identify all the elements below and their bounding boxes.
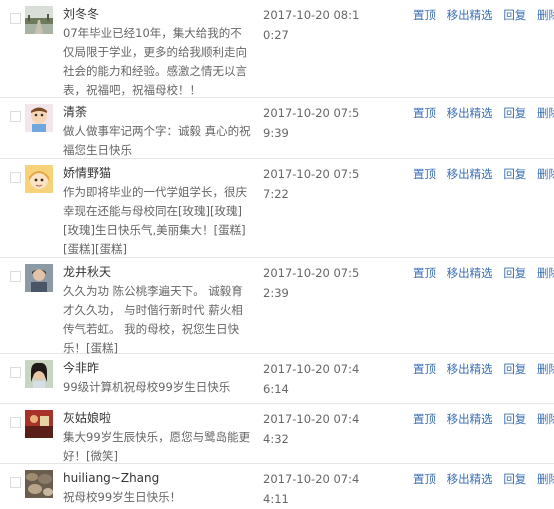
reply-link[interactable]: 回复 <box>503 106 526 120</box>
delete-link[interactable]: 删除 <box>537 472 554 486</box>
commenter-name: 灰姑娘啦 <box>63 411 112 425</box>
reply-link[interactable]: 回复 <box>503 266 526 280</box>
row-checkbox[interactable] <box>10 172 21 183</box>
unfeature-link[interactable]: 移出精选 <box>447 167 493 181</box>
delete-link[interactable]: 删除 <box>537 266 554 280</box>
row-checkbox[interactable] <box>10 417 21 428</box>
avatar[interactable] <box>25 165 53 193</box>
comment-text: 作为即将毕业的一代学姐学长，很庆幸现在还能与母校同在[玫瑰][玫瑰][玫瑰]生日… <box>63 185 247 256</box>
comment-text: 99级计算机祝母校99岁生日快乐 <box>63 380 231 394</box>
avatar[interactable] <box>25 264 53 292</box>
commenter-name: 刘冬冬 <box>63 7 100 21</box>
delete-link[interactable]: 删除 <box>537 362 554 376</box>
pin-link[interactable]: 置顶 <box>413 362 436 376</box>
unfeature-link[interactable]: 移出精选 <box>447 472 493 486</box>
row-checkbox[interactable] <box>10 271 21 282</box>
reply-link[interactable]: 回复 <box>503 8 526 22</box>
row-actions: 置顶 移出精选 回复 删除 <box>413 164 554 184</box>
pin-link[interactable]: 置顶 <box>413 266 436 280</box>
comment-time: 2017-10-20 07:46:14 <box>263 362 360 396</box>
comment-list: 刘冬冬 07年毕业已经10年，集大给我的不仅局限于学业，更多的给我顺利走向社会的… <box>0 0 554 509</box>
delete-link[interactable]: 删除 <box>537 106 554 120</box>
comment-row: 灰姑娘啦 集大99岁生辰快乐，愿您与鹭岛能更好！[微笑] 2017-10-20 … <box>0 404 554 464</box>
comment-text: 做人做事牢记两个字：诚毅 真心的祝福您生日快乐 <box>63 124 251 157</box>
pin-link[interactable]: 置顶 <box>413 412 436 426</box>
delete-link[interactable]: 删除 <box>537 167 554 181</box>
row-checkbox[interactable] <box>10 13 21 24</box>
unfeature-link[interactable]: 移出精选 <box>447 266 493 280</box>
commenter-name: 今非昨 <box>63 361 100 375</box>
delete-link[interactable]: 删除 <box>537 8 554 22</box>
reply-link[interactable]: 回复 <box>503 167 526 181</box>
comment-time: 2017-10-20 08:10:27 <box>263 8 360 42</box>
row-actions: 置顶 移出精选 回复 删除 <box>413 103 554 123</box>
comment-time: 2017-10-20 07:59:39 <box>263 106 360 140</box>
reply-link[interactable]: 回复 <box>503 472 526 486</box>
comment-row: huiliang~Zhang 祝母校99岁生日快乐！ 2017-10-20 07… <box>0 464 554 509</box>
row-checkbox[interactable] <box>10 367 21 378</box>
comment-row: 今非昨 99级计算机祝母校99岁生日快乐 2017-10-20 07:46:14… <box>0 354 554 404</box>
comment-row: 清荼 做人做事牢记两个字：诚毅 真心的祝福您生日快乐 2017-10-20 07… <box>0 98 554 159</box>
row-actions: 置顶 移出精选 回复 删除 <box>413 263 554 283</box>
comment-time: 2017-10-20 07:44:32 <box>263 412 360 446</box>
commenter-name: 娇情野猫 <box>63 166 112 180</box>
commenter-name: 清荼 <box>63 105 88 119</box>
comment-row: 娇情野猫 作为即将毕业的一代学姐学长，很庆幸现在还能与母校同在[玫瑰][玫瑰][… <box>0 159 554 258</box>
delete-link[interactable]: 删除 <box>537 412 554 426</box>
avatar[interactable] <box>25 410 53 438</box>
comment-text: 集大99岁生辰快乐，愿您与鹭岛能更好！[微笑] <box>63 430 251 463</box>
row-checkbox[interactable] <box>10 111 21 122</box>
pin-link[interactable]: 置顶 <box>413 167 436 181</box>
commenter-name: huiliang~Zhang <box>63 471 160 485</box>
comment-time: 2017-10-20 07:57:22 <box>263 167 360 201</box>
pin-link[interactable]: 置顶 <box>413 8 436 22</box>
unfeature-link[interactable]: 移出精选 <box>447 8 493 22</box>
comment-time: 2017-10-20 07:52:39 <box>263 266 360 300</box>
commenter-name: 龙井秋天 <box>63 265 112 279</box>
unfeature-link[interactable]: 移出精选 <box>447 362 493 376</box>
row-actions: 置顶 移出精选 回复 删除 <box>413 409 554 429</box>
avatar[interactable] <box>25 470 53 498</box>
row-actions: 置顶 移出精选 回复 删除 <box>413 5 554 25</box>
unfeature-link[interactable]: 移出精选 <box>447 106 493 120</box>
comment-text: 07年毕业已经10年，集大给我的不仅局限于学业，更多的给我顺利走向社会的能力和经… <box>63 26 247 97</box>
comment-time: 2017-10-20 07:44:11 <box>263 472 360 506</box>
comment-text: 祝母校99岁生日快乐！ <box>63 490 182 504</box>
pin-link[interactable]: 置顶 <box>413 472 436 486</box>
unfeature-link[interactable]: 移出精选 <box>447 412 493 426</box>
comment-row: 刘冬冬 07年毕业已经10年，集大给我的不仅局限于学业，更多的给我顺利走向社会的… <box>0 0 554 98</box>
comment-row: 龙井秋天 久久为功 陈公桃李遍天下。 诚毅育才久久功， 与时偕行新时代 薪火相传… <box>0 258 554 355</box>
row-actions: 置顶 移出精选 回复 删除 <box>413 469 554 489</box>
row-checkbox[interactable] <box>10 477 21 488</box>
reply-link[interactable]: 回复 <box>503 362 526 376</box>
comment-text: 久久为功 陈公桃李遍天下。 诚毅育才久久功， 与时偕行新时代 薪火相传气若虹。 … <box>63 284 243 355</box>
row-actions: 置顶 移出精选 回复 删除 <box>413 359 554 379</box>
avatar[interactable] <box>25 104 53 132</box>
avatar[interactable] <box>25 360 53 388</box>
pin-link[interactable]: 置顶 <box>413 106 436 120</box>
reply-link[interactable]: 回复 <box>503 412 526 426</box>
avatar[interactable] <box>25 6 53 34</box>
